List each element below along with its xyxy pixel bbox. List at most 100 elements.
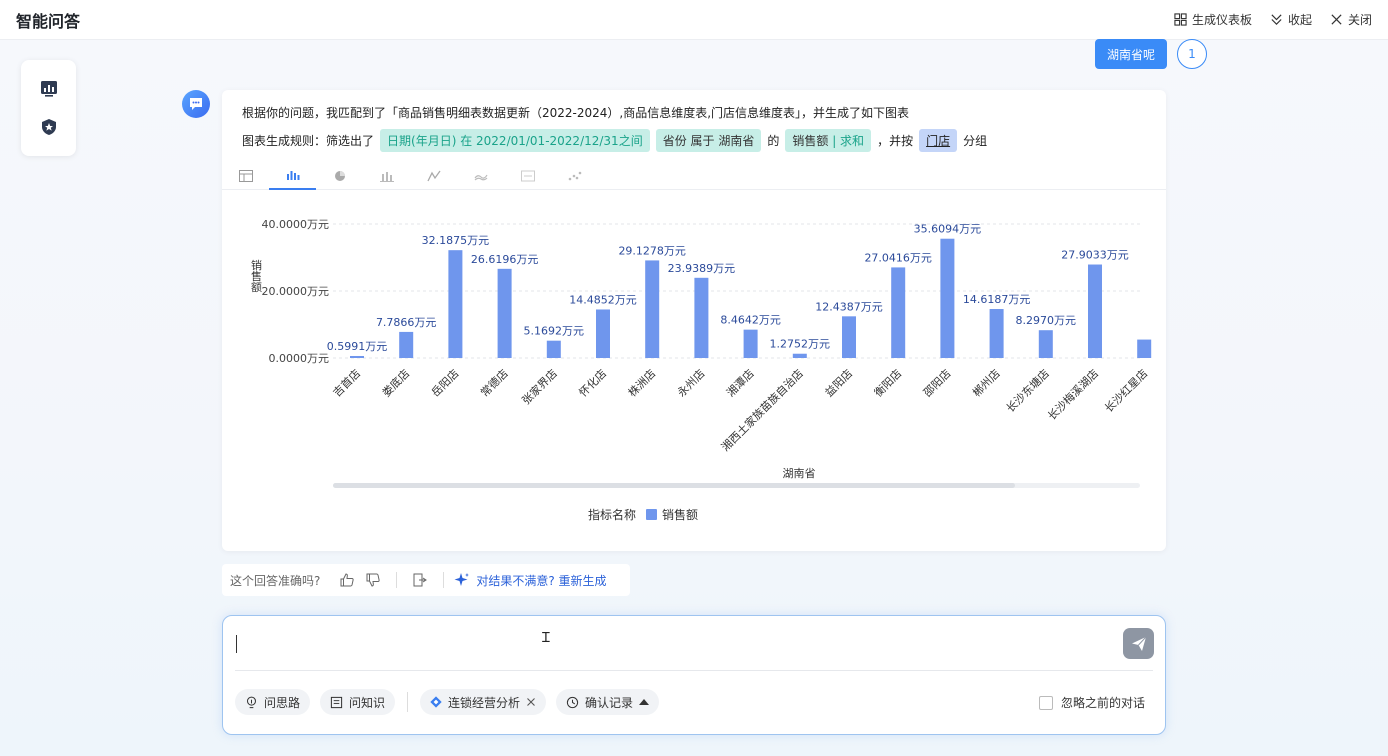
bar — [546, 340, 561, 358]
confirm-records-label: 确认记录 — [585, 695, 634, 710]
side-badge-button[interactable] — [37, 115, 61, 139]
x-tick-label: 常德店 — [477, 366, 510, 399]
copy-button[interactable] — [407, 570, 433, 590]
tab-bar-chart[interactable] — [269, 162, 316, 190]
feedback-divider — [396, 572, 398, 588]
bar-value-label: 23.9389万元 — [668, 262, 736, 275]
x-tick-label: 娄底店 — [379, 366, 412, 399]
chat-input[interactable] — [235, 628, 1115, 664]
pie-chart-icon — [334, 171, 345, 181]
input-divider — [235, 670, 1153, 671]
ask-thought-button[interactable]: 问思路 — [235, 689, 311, 715]
x-tick-label: 岳阳店 — [428, 366, 461, 399]
measure-chip-name: 销售额 — [792, 134, 829, 148]
x-tick-label: 吉首店 — [330, 366, 363, 399]
x-tick-label: 衡阳店 — [871, 366, 904, 399]
x-tick-label: 长沙梅溪湖店 — [1045, 366, 1102, 423]
group-by-chip[interactable]: 门店 — [919, 129, 958, 152]
caret-up-icon — [639, 699, 650, 705]
bar — [596, 309, 610, 358]
bar — [891, 267, 906, 358]
y-axis-label: 销售额 — [250, 258, 263, 293]
tab-area-chart[interactable] — [457, 162, 504, 190]
date-filter-chip[interactable]: 日期(年月日) 在 2022/01/01-2022/12/31之间 — [380, 129, 650, 152]
tab-line-chart[interactable] — [410, 162, 457, 190]
send-icon — [1131, 636, 1146, 651]
mouse-cursor-icon: Ɪ — [542, 630, 550, 646]
chart-scroll-thumb[interactable] — [333, 483, 1015, 488]
user-avatar: 1 — [1177, 39, 1207, 69]
legend-item-sales[interactable]: 销售额 — [646, 506, 698, 523]
x-tick-label: 永州店 — [674, 366, 707, 399]
shield-star-icon — [41, 119, 56, 135]
generate-dashboard-button[interactable]: 生成仪表板 — [1174, 11, 1252, 28]
bar — [940, 238, 955, 358]
bar — [743, 329, 758, 358]
close-label: 关闭 — [1347, 13, 1372, 27]
x-tick-label: 张家界店 — [519, 366, 560, 407]
thumbs-down-icon — [366, 573, 381, 587]
table-icon — [238, 170, 253, 182]
bot-avatar — [182, 90, 210, 118]
regenerate-button[interactable]: 对结果不满意? 重新生成 — [454, 572, 607, 589]
tab-number-card[interactable] — [504, 162, 551, 190]
x-tick-label: 长沙红星店 — [1102, 366, 1151, 415]
ask-knowledge-label: 问知识 — [349, 695, 386, 710]
send-button[interactable] — [1123, 628, 1154, 659]
chain-analysis-pill[interactable]: 连锁经营分析 — [420, 689, 547, 715]
confirm-records-button[interactable]: 确认记录 — [556, 689, 660, 715]
text-caret — [236, 635, 237, 653]
side-panel — [21, 60, 76, 156]
tool-divider — [407, 692, 409, 712]
tab-table[interactable] — [222, 162, 269, 190]
y-tick-label: 0.0000万元 — [269, 352, 330, 365]
legend-label: 销售额 — [662, 508, 699, 522]
chart-board-icon — [40, 81, 57, 97]
bar-value-label: 35.6094万元 — [914, 223, 982, 236]
thumbs-up-button[interactable] — [334, 570, 360, 590]
input-tool-row: 问思路 问知识 连锁经营分析 确认记录 — [235, 689, 660, 715]
legend-swatch — [646, 509, 658, 520]
x-axis-label: 湖南省 — [783, 467, 816, 480]
bar-chart: 0.0000万元 20.0000万元 40.0000万元销售额 0.5991万元吉首店… — [250, 218, 1152, 488]
bar-value-label: 32.1875万元 — [422, 234, 490, 247]
chat-input-box: 问思路 问知识 连锁经营分析 确认记录 忽略之前的对话 — [222, 615, 1166, 735]
double-chevron-down-icon — [1271, 14, 1282, 25]
bar — [792, 353, 807, 358]
collapse-button[interactable]: 收起 — [1270, 11, 1312, 28]
rule-prefix: 图表生成规则：筛选出了 — [242, 134, 375, 148]
bar-value-label: 8.4642万元 — [720, 314, 781, 327]
x-tick-label: 益阳店 — [822, 366, 855, 399]
tab-scatter-chart[interactable] — [551, 162, 598, 190]
feedback-question: 这个回答准确吗? — [230, 573, 321, 588]
regenerate-label: 对结果不满意? 重新生成 — [476, 573, 607, 588]
bar-value-label: 7.7866万元 — [376, 316, 437, 329]
thumbs-up-icon — [340, 573, 355, 587]
bar — [399, 331, 414, 358]
date-chip-field: 日期(年月日) 在 — [387, 134, 473, 148]
tab-pie-chart[interactable] — [316, 162, 363, 190]
tab-stacked-bar[interactable] — [363, 162, 410, 190]
province-filter-chip[interactable]: 省份 属于 湖南省 — [655, 129, 762, 152]
date-chip-value: 2022/01/01-2022/12/31之间 — [476, 134, 643, 148]
measure-chip[interactable]: 销售额 | 求和 — [785, 129, 872, 152]
ask-knowledge-button[interactable]: 问知识 — [320, 689, 396, 715]
bar — [989, 309, 1004, 358]
close-icon[interactable] — [526, 697, 536, 707]
x-tick-label: 湘潭店 — [723, 366, 756, 399]
area-chart-icon — [474, 174, 488, 181]
bar — [1038, 330, 1053, 358]
dashboard-icon — [1174, 13, 1187, 26]
close-button[interactable]: 关闭 — [1330, 11, 1372, 28]
bar — [350, 355, 364, 358]
bar-value-label: 14.6187万元 — [963, 293, 1031, 306]
stacked-bar-icon — [379, 172, 394, 182]
side-chart-button[interactable] — [37, 77, 61, 101]
user-message-bubble: 湖南省呢 — [1095, 39, 1168, 69]
bar-value-label: 8.2970万元 — [1016, 314, 1077, 327]
x-tick-label: 邵阳店 — [920, 366, 953, 399]
chart-type-tabs — [222, 162, 1166, 190]
ignore-history-checkbox[interactable] — [1038, 695, 1053, 710]
thumbs-down-button[interactable] — [360, 570, 386, 590]
feedback-divider-2 — [443, 572, 445, 588]
